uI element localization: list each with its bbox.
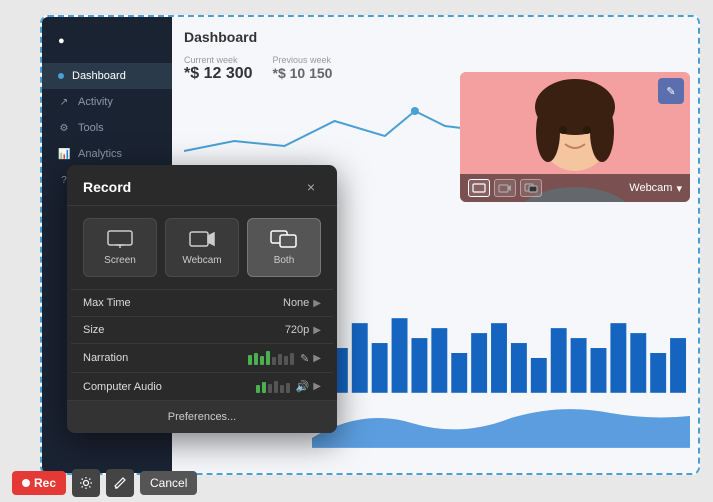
narration-arrow[interactable]: ▶ — [313, 353, 321, 364]
bar-chart-svg — [312, 313, 690, 393]
webcam-both-btn[interactable] — [520, 179, 542, 197]
vol-seg-4 — [266, 351, 270, 365]
bottom-toolbar: Rec Cancel — [0, 464, 713, 502]
setting-size: Size 720p ▶ — [71, 316, 333, 343]
dialog-title: Record — [83, 179, 131, 195]
rec-button[interactable]: Rec — [12, 471, 66, 495]
narration-volume-bar — [248, 351, 294, 365]
vol-seg-8 — [290, 353, 294, 365]
rec-dot — [22, 479, 30, 487]
charts-area — [312, 313, 690, 443]
audio-vol-seg-4 — [274, 381, 278, 393]
narration-pencil-icon[interactable]: ✎ — [300, 352, 309, 365]
active-indicator — [58, 73, 64, 79]
current-week-stat: Current week *$ 12 300 — [184, 55, 253, 83]
activity-icon: ↗ — [58, 97, 70, 108]
max-time-label: Max Time — [83, 297, 283, 309]
current-week-value: *$ 12 300 — [184, 65, 253, 83]
vol-seg-7 — [284, 356, 288, 365]
narration-label: Narration — [83, 352, 248, 364]
computer-audio-label: Computer Audio — [83, 381, 256, 393]
webcam-edit-button[interactable]: ✎ — [658, 78, 684, 104]
setting-computer-audio: Computer Audio 🔊 ▶ — [71, 372, 333, 400]
max-time-value: None — [283, 297, 309, 309]
area-chart-svg — [312, 398, 690, 448]
sidebar-item-analytics[interactable]: 📊 Analytics — [42, 141, 172, 167]
preferences-button[interactable]: Preferences... — [67, 400, 337, 433]
webcam-preview: ✎ Webcam ▾ — [460, 72, 690, 202]
webcam-cam-btn[interactable] — [494, 179, 516, 197]
dialog-header: Record × — [67, 165, 337, 206]
sidebar-item-label: Analytics — [78, 148, 122, 160]
webcam-dropdown-icon[interactable]: ▾ — [676, 182, 682, 195]
webcam-label: Webcam ▾ — [629, 182, 682, 195]
mode-both-label: Both — [274, 255, 295, 266]
vol-seg-2 — [254, 353, 258, 365]
sidebar-item-dashboard[interactable]: Dashboard — [42, 63, 172, 89]
sidebar-item-label: Tools — [78, 122, 104, 134]
mode-buttons: Screen Webcam Both — [67, 206, 337, 289]
max-time-arrow[interactable]: ▶ — [313, 298, 321, 309]
current-week-label: Current week — [184, 55, 253, 65]
sidebar-item-label: Dashboard — [72, 70, 126, 82]
settings-button[interactable] — [72, 469, 100, 497]
setting-narration: Narration ✎ ▶ — [71, 343, 333, 372]
main-container: ● Dashboard ↗ Activity ⚙ Tools 📊 Analyti… — [40, 15, 700, 475]
speaker-icon: 🔊 — [296, 380, 310, 393]
mode-both-button[interactable]: Both — [247, 218, 321, 277]
edit-button[interactable] — [106, 469, 134, 497]
vol-seg-5 — [272, 357, 276, 365]
sidebar-logo: ● — [42, 27, 172, 55]
settings-section: Max Time None ▶ Size 720p ▶ Narration — [67, 289, 337, 400]
mode-webcam-button[interactable]: Webcam — [165, 218, 239, 277]
sidebar-item-tools[interactable]: ⚙ Tools — [42, 115, 172, 141]
size-arrow[interactable]: ▶ — [313, 325, 321, 336]
size-label: Size — [83, 324, 285, 336]
audio-vol-seg-6 — [286, 383, 290, 393]
mode-webcam-label: Webcam — [182, 255, 221, 266]
page-title: Dashboard — [184, 29, 686, 45]
sidebar-item-activity[interactable]: ↗ Activity — [42, 89, 172, 115]
size-value: 720p — [285, 324, 309, 336]
vol-seg-3 — [260, 356, 264, 365]
webcam-screen-btn[interactable] — [468, 179, 490, 197]
audio-arrow[interactable]: ▶ — [313, 381, 321, 392]
audio-volume-bar — [256, 381, 290, 393]
analytics-icon: 📊 — [58, 149, 70, 160]
previous-week-stat: Previous week *$ 10 150 — [273, 55, 333, 83]
dialog-close-button[interactable]: × — [301, 177, 321, 197]
sidebar-item-label: Activity — [78, 96, 113, 108]
tools-icon: ⚙ — [58, 123, 70, 134]
previous-week-label: Previous week — [273, 55, 333, 65]
vol-seg-1 — [248, 355, 252, 365]
cancel-button[interactable]: Cancel — [140, 471, 197, 495]
setting-max-time: Max Time None ▶ — [71, 289, 333, 316]
mode-screen-label: Screen — [104, 255, 136, 266]
audio-vol-seg-1 — [256, 385, 260, 393]
rec-label: Rec — [34, 476, 56, 490]
previous-week-value: *$ 10 150 — [273, 65, 333, 81]
webcam-toolbar: Webcam ▾ — [460, 174, 690, 202]
mode-screen-button[interactable]: Screen — [83, 218, 157, 277]
vol-seg-6 — [278, 354, 282, 365]
audio-vol-seg-5 — [280, 385, 284, 393]
audio-vol-seg-3 — [268, 384, 272, 393]
record-dialog: Record × Screen Webcam — [67, 165, 337, 433]
audio-vol-seg-2 — [262, 382, 266, 393]
